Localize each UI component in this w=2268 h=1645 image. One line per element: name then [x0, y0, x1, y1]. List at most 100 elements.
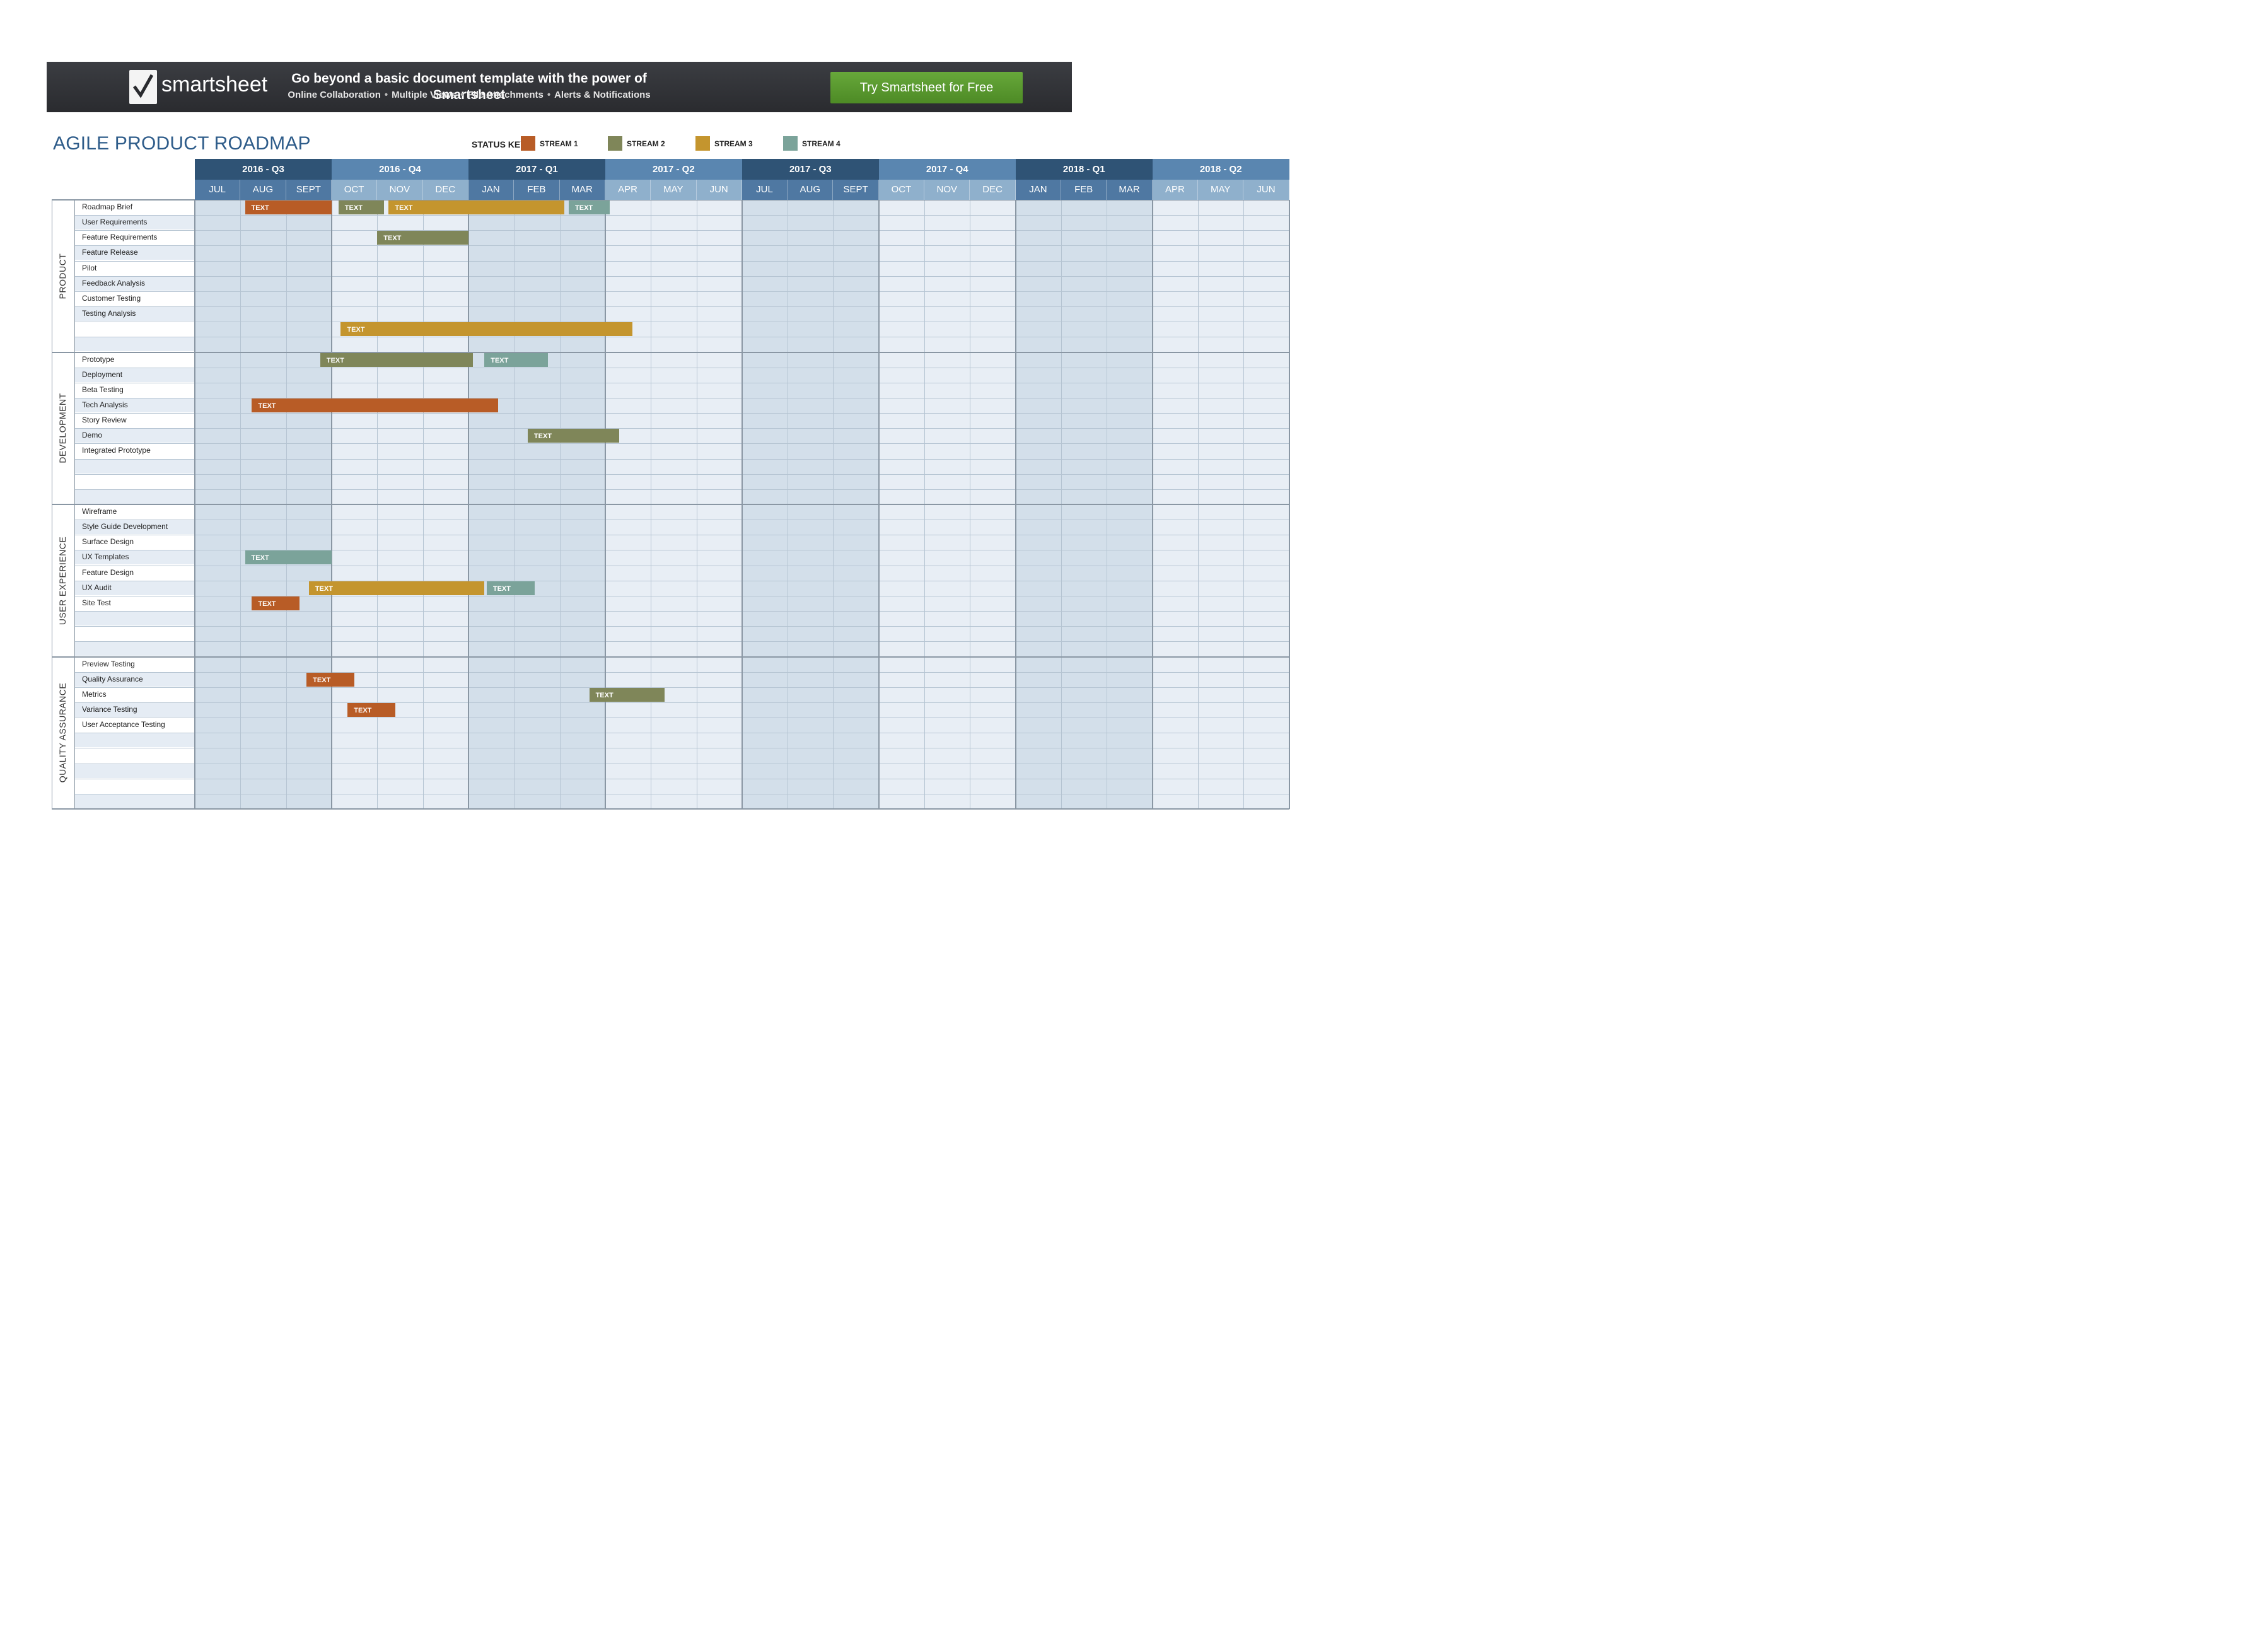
roadmap-bar[interactable]: TEXT [340, 322, 633, 337]
month-header: JUN [1243, 180, 1289, 200]
roadmap-bar[interactable]: TEXT [308, 581, 485, 595]
task-name-cell: Site Test [74, 595, 195, 610]
feature-separator: • [547, 90, 551, 100]
task-name-cell: Deployment [74, 367, 195, 382]
status-key-swatch [521, 136, 535, 151]
banner-feature: Multiple Views [392, 90, 457, 100]
task-name-cell: Roadmap Brief [74, 200, 195, 214]
task-name-cell: Pilot [74, 260, 195, 276]
quarter-header: 2017 - Q1 [468, 159, 605, 180]
roadmap-bar[interactable]: TEXT [484, 352, 549, 367]
roadmap-bar[interactable]: TEXT [245, 550, 332, 565]
task-name-cell: UX Templates [74, 550, 195, 565]
month-header: JAN [1015, 180, 1062, 200]
task-name-cell: UX Audit [74, 580, 195, 595]
task-name-cell [74, 626, 195, 641]
status-key-label-text: STREAM 3 [714, 139, 753, 148]
month-header: AUG [788, 180, 834, 200]
section-label-text: PRODUCT [57, 253, 67, 299]
section-label-text: DEVELOPMENT [57, 393, 67, 463]
month-header: MAY [651, 180, 697, 200]
roadmap-bar[interactable]: TEXT [252, 596, 300, 610]
task-name-cell: User Requirements [74, 215, 195, 230]
task-name-cell: Surface Design [74, 535, 195, 550]
roadmap-bar[interactable]: TEXT [347, 702, 396, 717]
month-header: NOV [924, 180, 970, 200]
try-smartsheet-button[interactable]: Try Smartsheet for Free [830, 72, 1023, 103]
section-label-text: USER EXPERIENCE [57, 536, 67, 625]
status-key-swatch [695, 136, 710, 151]
task-name-cell: Feature Design [74, 565, 195, 580]
month-header: JUL [195, 180, 241, 200]
section-label-text: QUALITY ASSURANCE [57, 683, 67, 783]
task-name-cell: Testing Analysis [74, 306, 195, 322]
quarter-header: 2018 - Q1 [1015, 159, 1153, 180]
task-name-cell [74, 458, 195, 474]
roadmap-bar[interactable]: TEXT [338, 201, 385, 214]
roadmap-bar[interactable]: TEXT [245, 201, 332, 214]
status-key-swatch [608, 136, 622, 151]
month-header: AUG [240, 180, 286, 200]
section-label: PRODUCT [52, 200, 73, 352]
task-name-cell [74, 763, 195, 778]
task-name-cell: Metrics [74, 687, 195, 702]
roadmap-bar[interactable]: TEXT [320, 352, 474, 367]
month-header: SEPT [286, 180, 332, 200]
section-divider [52, 504, 1289, 505]
quarter-header: 2016 - Q4 [331, 159, 468, 180]
roadmap-bar[interactable]: TEXT [527, 429, 619, 443]
roadmap-bar[interactable]: TEXT [377, 231, 468, 245]
task-name-cell: Quality Assurance [74, 671, 195, 687]
task-name-cell: Preview Testing [74, 656, 195, 671]
roadmap-bar[interactable]: TEXT [306, 672, 355, 687]
quarter-header: 2016 - Q3 [195, 159, 332, 180]
month-header: FEB [1061, 180, 1107, 200]
task-name-cell [74, 733, 195, 748]
month-header: NOV [377, 180, 423, 200]
month-header: SEPT [833, 180, 879, 200]
task-name-cell [74, 611, 195, 626]
month-header: JAN [468, 180, 515, 200]
roadmap-bar[interactable]: TEXT [388, 201, 564, 214]
task-name-cell [74, 322, 195, 337]
month-header: DEC [422, 180, 468, 200]
roadmap-grid: PRODUCT Roadmap Brief User Requirements Fea… [52, 159, 1290, 810]
roadmap-bar[interactable]: TEXT [569, 201, 610, 214]
status-key-label-text: STREAM 2 [627, 139, 665, 148]
section-divider [52, 351, 1289, 353]
month-header: OCT [331, 180, 378, 200]
task-name-cell: Variance Testing [74, 702, 195, 717]
task-name-cell: Feedback Analysis [74, 276, 195, 291]
banner-features: Online Collaboration • Multiple Views • File… [286, 89, 652, 102]
month-header: APR [605, 180, 651, 200]
feature-separator: • [384, 90, 388, 100]
roadmap-bar[interactable]: TEXT [486, 581, 535, 595]
status-key-label-text: STREAM 1 [540, 139, 578, 148]
month-header: JUN [696, 180, 742, 200]
roadmap-bar[interactable]: TEXT [252, 398, 498, 412]
page-title: AGILE PRODUCT ROADMAP [53, 133, 311, 154]
banner-feature: Online Collaboration [288, 90, 381, 100]
task-name-cell [74, 778, 195, 793]
banner-feature: Alerts & Notifications [554, 90, 651, 100]
month-header: JUL [741, 180, 788, 200]
month-header: DEC [970, 180, 1016, 200]
month-header: FEB [514, 180, 560, 200]
promo-banner: smartsheet Go beyond a basic document te… [47, 62, 1072, 112]
smartsheet-logo-icon [129, 70, 157, 104]
roadmap-bar[interactable]: TEXT [589, 687, 665, 702]
task-name-cell: Feature Requirements [74, 230, 195, 245]
task-name-cell: Demo [74, 428, 195, 443]
task-name-cell: User Acceptance Testing [74, 718, 195, 733]
quarter-header: 2018 - Q2 [1152, 159, 1289, 180]
month-header: OCT [878, 180, 925, 200]
task-name-cell: Wireframe [74, 504, 195, 519]
quarter-header: 2017 - Q2 [605, 159, 742, 180]
task-name-cell [74, 793, 195, 808]
section-label: DEVELOPMENT [52, 352, 73, 505]
task-name-cell: Feature Release [74, 245, 195, 260]
month-header: APR [1152, 180, 1199, 200]
month-header: MAR [559, 180, 605, 200]
month-header: MAR [1107, 180, 1153, 200]
section-divider [52, 656, 1289, 658]
